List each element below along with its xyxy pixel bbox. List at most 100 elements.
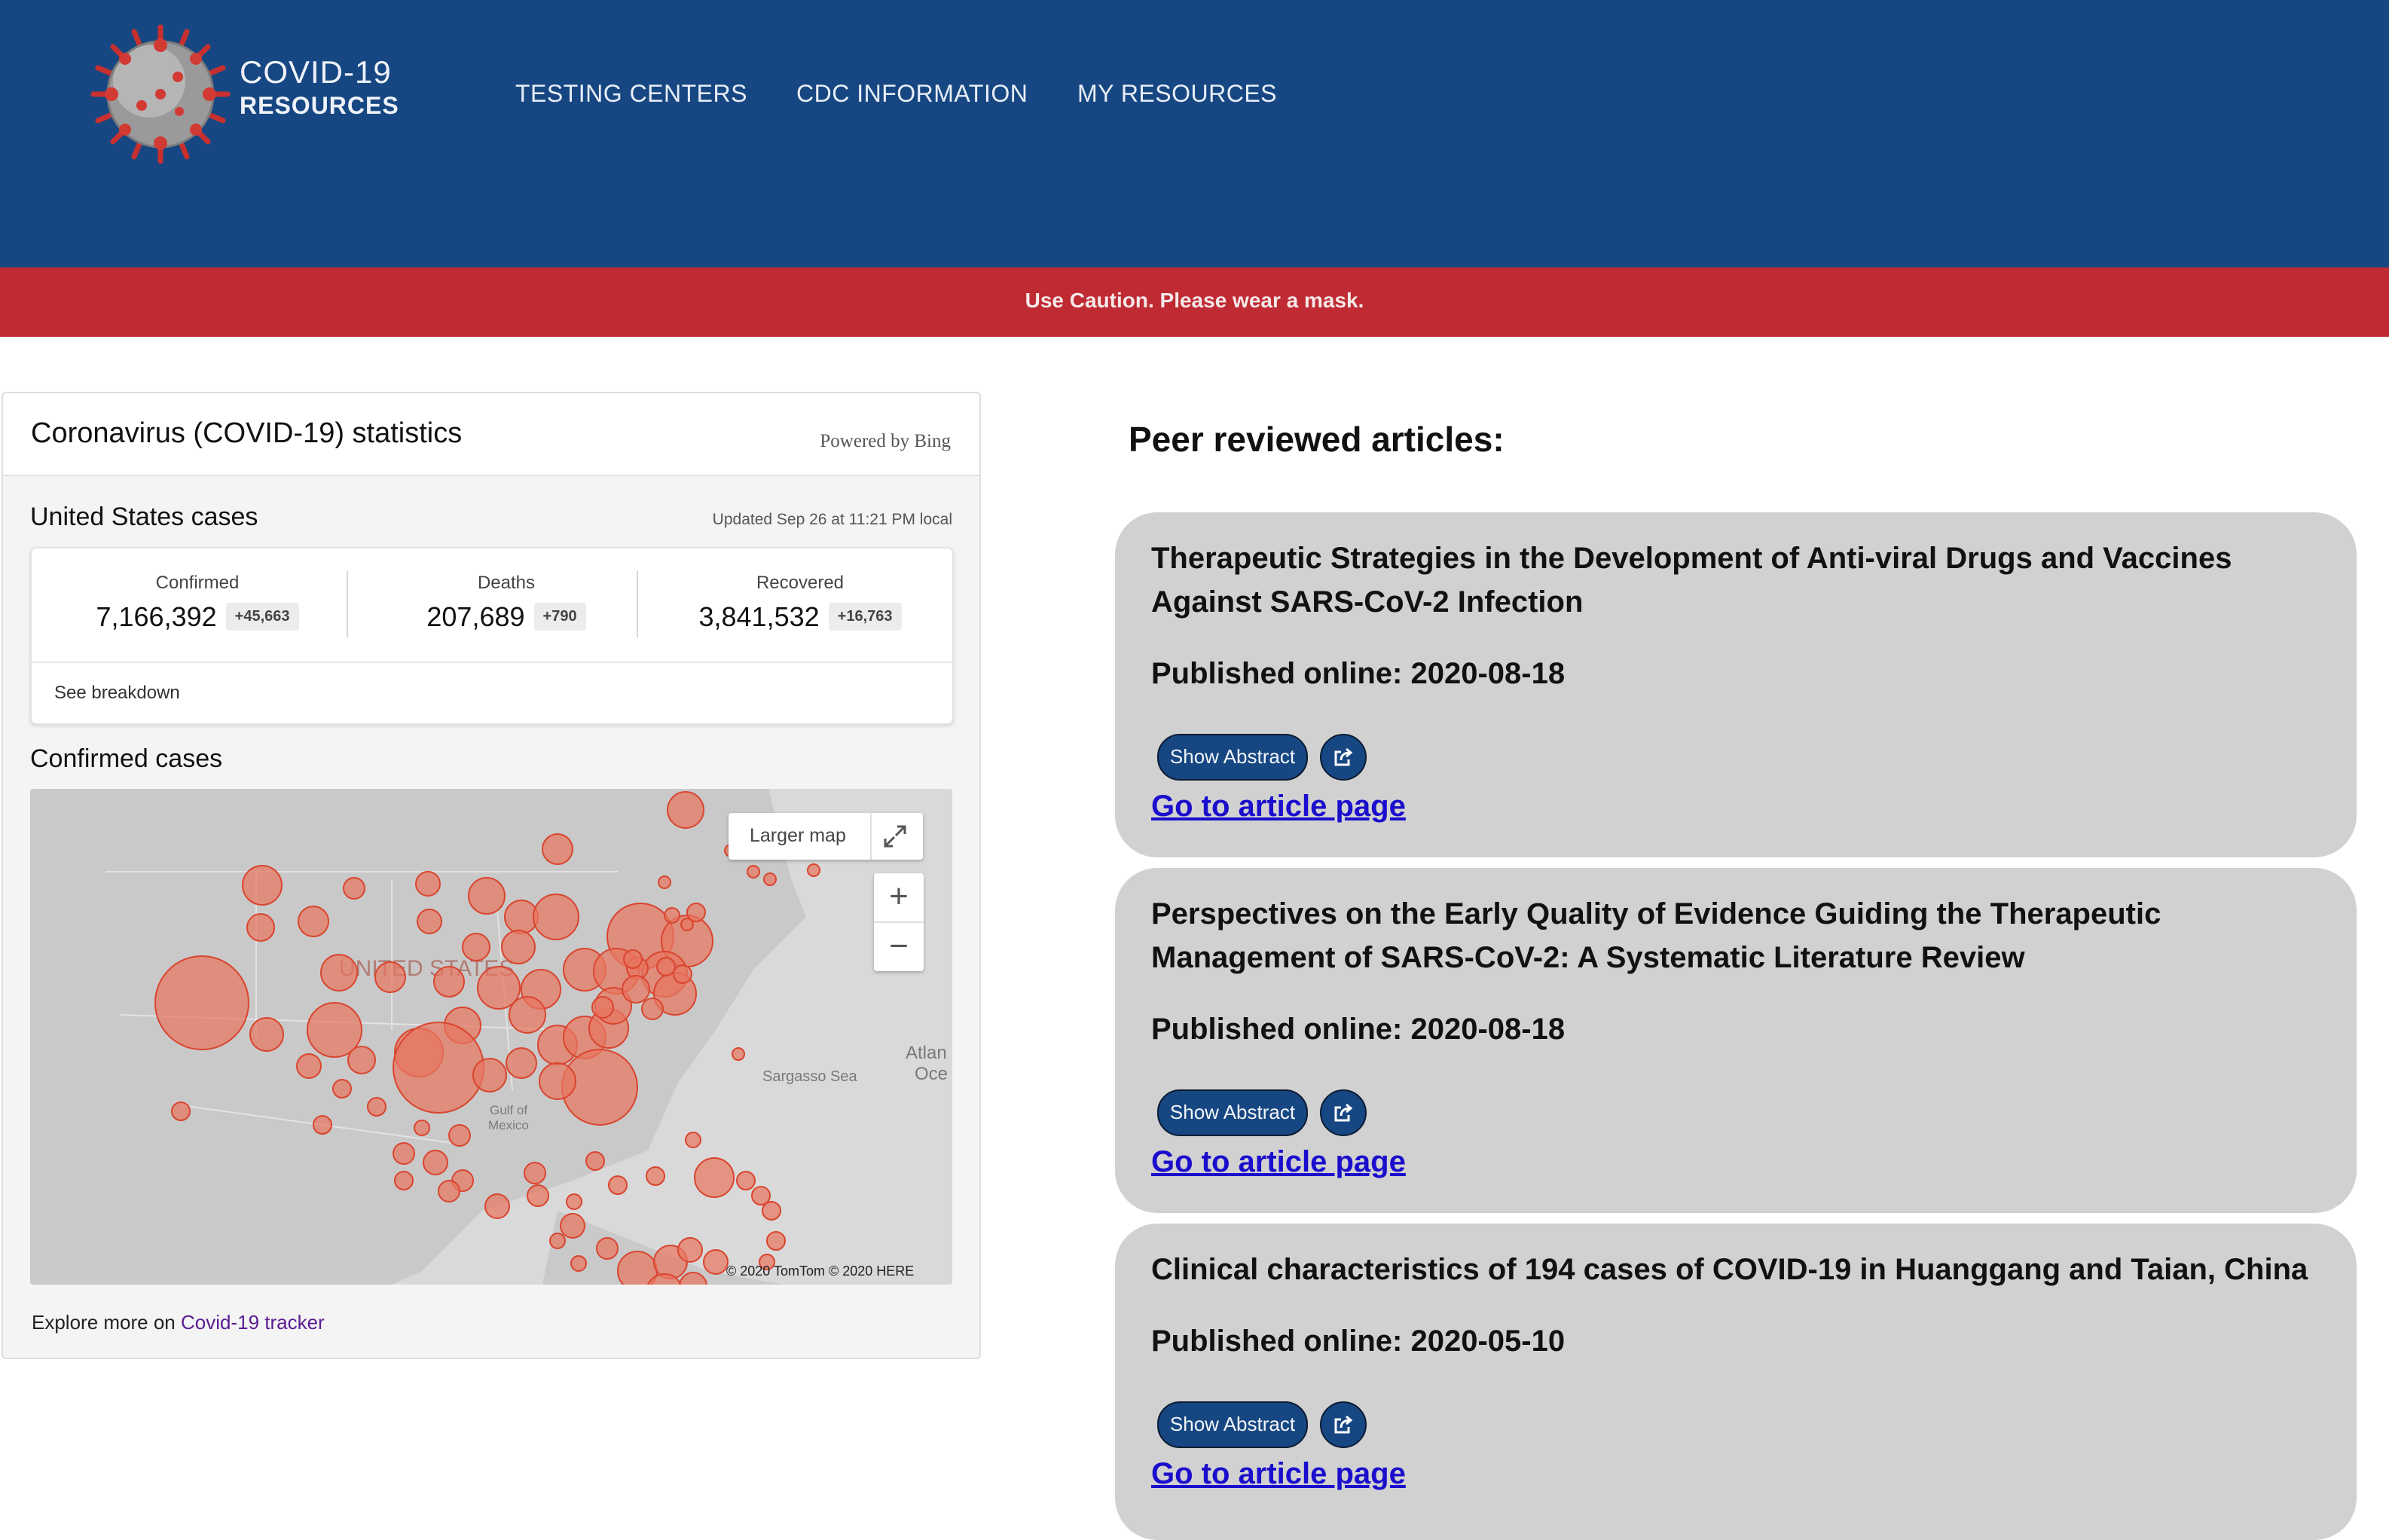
case-bubble[interactable]	[249, 1017, 284, 1052]
deaths-count: Deaths 207,689 +790	[363, 564, 649, 646]
case-bubble[interactable]	[673, 964, 692, 984]
show-abstract-button[interactable]: Show Abstract	[1157, 1401, 1308, 1448]
case-bubble[interactable]	[685, 1132, 701, 1148]
case-bubble[interactable]	[393, 1142, 415, 1165]
case-bubble[interactable]	[608, 1175, 628, 1195]
see-breakdown-link[interactable]: See breakdown	[54, 683, 180, 704]
case-bubble[interactable]	[664, 907, 680, 924]
case-bubble[interactable]	[393, 1022, 484, 1114]
nav-my-resources[interactable]: MY RESOURCES	[1077, 80, 1277, 108]
case-bubble[interactable]	[549, 1233, 566, 1249]
case-bubble[interactable]	[623, 949, 643, 969]
case-bubble[interactable]	[566, 1193, 582, 1210]
map-label-sea: Sargasso Sea	[762, 1068, 858, 1085]
case-bubble[interactable]	[732, 1047, 745, 1061]
case-bubble[interactable]	[242, 865, 283, 906]
share-button[interactable]	[1320, 1089, 1367, 1136]
case-bubble[interactable]	[433, 966, 465, 998]
case-bubble[interactable]	[423, 1150, 448, 1175]
case-bubble[interactable]	[394, 1171, 414, 1190]
case-bubble[interactable]	[320, 954, 358, 992]
case-bubble[interactable]	[524, 1162, 546, 1184]
case-bubble[interactable]	[484, 1193, 510, 1219]
recovered-value: 3,841,532	[698, 601, 820, 632]
case-bubble[interactable]	[542, 833, 573, 865]
case-bubble[interactable]	[570, 1255, 587, 1272]
share-button[interactable]	[1320, 1401, 1367, 1448]
case-bubble[interactable]	[533, 894, 579, 940]
case-bubble[interactable]	[596, 1237, 619, 1260]
case-bubble[interactable]	[509, 996, 546, 1034]
case-bubble[interactable]	[448, 1124, 471, 1147]
case-bubble[interactable]	[591, 996, 614, 1019]
case-bubble[interactable]	[686, 903, 706, 922]
zoom-out-button[interactable]: −	[874, 923, 924, 971]
expand-icon	[884, 825, 906, 848]
case-bubble[interactable]	[641, 998, 664, 1020]
case-bubble[interactable]	[332, 1079, 352, 1098]
case-bubble[interactable]	[417, 909, 442, 934]
article-page-link[interactable]: Go to article page	[1151, 790, 1406, 823]
case-bubble[interactable]	[501, 930, 536, 964]
case-bubble[interactable]	[694, 1157, 735, 1198]
case-bubble[interactable]	[736, 1171, 756, 1190]
articles-heading: Peer reviewed articles:	[1129, 420, 1505, 459]
map-attribution: © 2020 TomTom © 2020 HERE	[726, 1263, 915, 1279]
case-bubble[interactable]	[367, 1097, 386, 1117]
see-breakdown-row[interactable]: See breakdown	[32, 662, 952, 725]
case-bubble[interactable]	[462, 933, 490, 961]
case-bubble[interactable]	[313, 1115, 332, 1135]
case-bubble[interactable]	[415, 871, 441, 897]
larger-map-button[interactable]: Larger map	[729, 813, 923, 860]
case-bubble[interactable]	[560, 1213, 585, 1239]
case-bubble[interactable]	[807, 863, 820, 877]
case-bubble[interactable]	[414, 1120, 430, 1136]
case-bubble[interactable]	[343, 877, 365, 900]
case-bubble[interactable]	[766, 1231, 786, 1251]
case-bubble[interactable]	[438, 1180, 460, 1202]
case-bubble[interactable]	[171, 1102, 191, 1121]
share-button[interactable]	[1320, 734, 1367, 781]
map-canvas[interactable]: UNITED STATES Sargasso Sea Gulf of Mexic…	[30, 789, 952, 1285]
case-bubble[interactable]	[527, 1184, 549, 1207]
article-page-link[interactable]: Go to article page	[1151, 1145, 1406, 1179]
article-page-link[interactable]: Go to article page	[1151, 1457, 1406, 1491]
nav-testing-centers[interactable]: TESTING CENTERS	[515, 80, 747, 108]
case-bubble[interactable]	[472, 1058, 507, 1092]
case-bubble[interactable]	[658, 875, 671, 889]
case-bubble[interactable]	[656, 957, 676, 976]
case-bubble[interactable]	[763, 872, 777, 886]
coronavirus-icon[interactable]	[89, 23, 232, 166]
covid-tracker-link[interactable]: Covid-19 tracker	[181, 1311, 325, 1334]
case-bubble[interactable]	[585, 1151, 605, 1171]
recovered-count: Recovered 3,841,532 +16,763	[657, 564, 943, 646]
case-bubble[interactable]	[646, 1166, 665, 1186]
map-label-gulf-2: Mexico	[488, 1118, 529, 1132]
article-card: Perspectives on the Early Quality of Evi…	[1115, 868, 2357, 1213]
case-bubble[interactable]	[539, 1062, 576, 1100]
case-bubble[interactable]	[296, 1053, 322, 1079]
map-label-ocean: Atlan	[906, 1043, 947, 1063]
case-bubble[interactable]	[667, 791, 704, 829]
case-bubble[interactable]	[677, 1237, 703, 1263]
case-bubble[interactable]	[703, 1249, 729, 1275]
case-bubble[interactable]	[506, 1047, 537, 1079]
case-bubble[interactable]	[468, 877, 506, 915]
nav-cdc-information[interactable]: CDC INFORMATION	[796, 80, 1028, 108]
case-bubble[interactable]	[154, 955, 249, 1050]
show-abstract-button[interactable]: Show Abstract	[1157, 734, 1308, 781]
cases-map[interactable]: UNITED STATES Sargasso Sea Gulf of Mexic…	[30, 789, 952, 1285]
case-bubble[interactable]	[298, 906, 329, 937]
case-bubble[interactable]	[747, 865, 760, 878]
case-counts-panel: Confirmed 7,166,392 +45,663 Deaths 207,68…	[30, 547, 954, 725]
case-bubble[interactable]	[622, 975, 650, 1004]
covid-stats-widget: Coronavirus (COVID-19) statistics Powere…	[2, 392, 981, 1359]
case-bubble[interactable]	[246, 913, 275, 942]
case-bubble[interactable]	[347, 1046, 376, 1074]
case-bubble[interactable]	[374, 961, 406, 993]
show-abstract-button[interactable]: Show Abstract	[1157, 1089, 1308, 1136]
case-bubble[interactable]	[762, 1201, 781, 1221]
powered-by-label[interactable]: Powered by Bing	[820, 431, 951, 452]
article-published-date: Published online: 2020-05-10	[1151, 1325, 1566, 1358]
zoom-in-button[interactable]: +	[874, 873, 924, 923]
